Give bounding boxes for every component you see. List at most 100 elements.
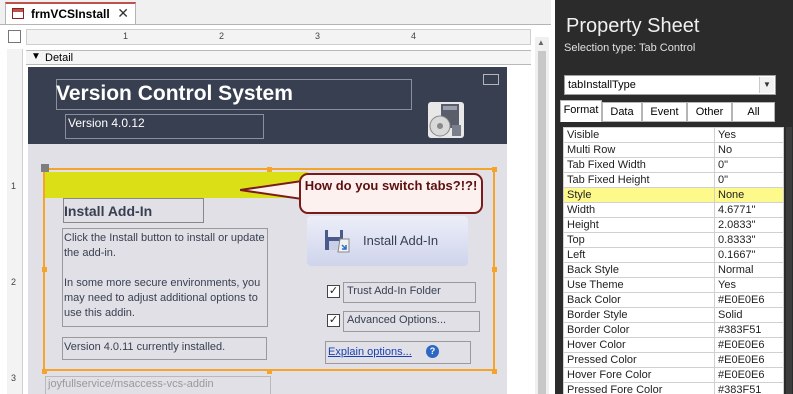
property-row[interactable]: Tab Fixed Width 0"	[563, 157, 784, 173]
callout-pointer	[240, 179, 303, 201]
property-value[interactable]: No	[714, 142, 784, 158]
object-selector-combo[interactable]: tabInstallType ▼	[564, 75, 776, 95]
property-row[interactable]: Top 0.8333"	[563, 232, 784, 248]
version-label: Version 4.0.12	[68, 116, 145, 130]
property-value[interactable]: #E0E0E6	[714, 367, 784, 383]
trust-folder-label: Trust Add-In Folder	[347, 285, 441, 297]
property-value[interactable]: 0.1667"	[714, 247, 784, 263]
property-name: Tab Fixed Height	[563, 172, 715, 188]
detail-section-bar[interactable]: ▼ Detail	[26, 50, 531, 65]
property-value[interactable]: #E0E0E6	[714, 337, 784, 353]
property-row[interactable]: Left 0.1667"	[563, 247, 784, 263]
property-grid: Visible Yes Multi Row No Tab Fixed Width 0" Ta…	[563, 127, 784, 394]
property-row[interactable]: Border Color #383F51	[563, 322, 784, 338]
ruler-mark: 2	[219, 31, 225, 41]
github-url-label[interactable]: joyfullservice/msaccess-vcs-addin	[48, 378, 214, 390]
property-row[interactable]: Multi Row No	[563, 142, 784, 158]
property-row[interactable]: Hover Color #E0E0E6	[563, 337, 784, 353]
property-name: Use Theme	[563, 277, 715, 293]
resize-handle[interactable]	[267, 167, 272, 172]
property-row[interactable]: Width 4.6771"	[563, 202, 784, 218]
tab-format[interactable]: Format	[560, 100, 602, 122]
property-name: Top	[563, 232, 715, 248]
install-heading: Install Add-In	[64, 203, 153, 219]
property-value[interactable]: Yes	[714, 277, 784, 293]
tab-other[interactable]: Other	[687, 102, 732, 122]
advanced-options-checkbox[interactable]: ✓	[327, 314, 340, 327]
property-value[interactable]: #383F51	[714, 322, 784, 338]
tab-data[interactable]: Data	[602, 102, 642, 122]
ruler-mark: 4	[411, 31, 417, 41]
property-value[interactable]: Normal	[714, 262, 784, 278]
property-value[interactable]: None	[714, 187, 784, 203]
property-name: Tab Fixed Width	[563, 157, 715, 173]
chevron-down-icon[interactable]: ▼	[759, 77, 774, 93]
property-value[interactable]: 0"	[714, 172, 784, 188]
property-value[interactable]: Yes	[714, 127, 784, 143]
resize-handle[interactable]	[267, 369, 272, 374]
property-row[interactable]: Pressed Fore Color #383F51	[563, 382, 784, 394]
property-row[interactable]: Back Color #E0E0E6	[563, 292, 784, 308]
property-value[interactable]: #383F51	[714, 382, 784, 394]
property-value[interactable]: #E0E0E6	[714, 292, 784, 308]
property-value[interactable]: #E0E0E6	[714, 352, 784, 368]
form-selector[interactable]	[8, 30, 21, 43]
floppy-disk-icon	[325, 230, 350, 253]
property-name: Border Style	[563, 307, 715, 323]
property-row[interactable]: Hover Fore Color #E0E0E6	[563, 367, 784, 383]
installer-logo-icon[interactable]	[425, 99, 467, 141]
property-row[interactable]: Visible Yes	[563, 127, 784, 143]
tab-event[interactable]: Event	[642, 102, 687, 122]
resize-handle[interactable]	[492, 267, 497, 272]
ruler-mark: 1	[123, 31, 129, 41]
property-value[interactable]: 0"	[714, 157, 784, 173]
document-tab-title: frmVCSInstall	[31, 7, 110, 21]
help-icon[interactable]: ?	[426, 345, 439, 358]
property-row[interactable]: Style None	[563, 187, 784, 203]
property-name: Visible	[563, 127, 715, 143]
property-value[interactable]: 2.0833"	[714, 217, 784, 233]
vertical-scrollbar[interactable]: ▲	[535, 37, 549, 394]
ruler-mark: 2	[11, 277, 17, 287]
current-version-label: Version 4.0.11 currently installed.	[64, 341, 226, 353]
property-name: Multi Row	[563, 142, 715, 158]
move-handle[interactable]	[41, 164, 49, 172]
property-name: Hover Color	[563, 337, 715, 353]
property-name: Back Style	[563, 262, 715, 278]
description-paragraph-1: Click the Install button to install or u…	[64, 232, 265, 259]
property-scrollbar[interactable]	[786, 127, 792, 394]
selection-type-label: Selection type: Tab Control	[564, 42, 696, 54]
resize-handle[interactable]	[42, 369, 47, 374]
property-row[interactable]: Use Theme Yes	[563, 277, 784, 293]
install-addin-button[interactable]: Install Add-In	[307, 216, 468, 266]
property-row[interactable]: Back Style Normal	[563, 262, 784, 278]
property-value[interactable]: 0.8333"	[714, 232, 784, 248]
resize-handle[interactable]	[42, 267, 47, 272]
scrollbar-thumb[interactable]	[538, 51, 546, 394]
explain-options-link[interactable]: Explain options...	[328, 346, 412, 358]
property-value[interactable]: 4.6771"	[714, 202, 784, 218]
property-row[interactable]: Pressed Color #E0E0E6	[563, 352, 784, 368]
close-icon[interactable]: ✕	[117, 5, 129, 22]
property-name: Height	[563, 217, 715, 233]
form-canvas: Version Control System Version 4.0.12 In…	[28, 67, 507, 394]
section-label: Detail	[45, 52, 74, 64]
property-name: Hover Fore Color	[563, 367, 715, 383]
property-value[interactable]: Solid	[714, 307, 784, 323]
scroll-up-icon[interactable]: ▲	[537, 38, 545, 47]
property-row[interactable]: Height 2.0833"	[563, 217, 784, 233]
horizontal-ruler: 1 2 3 4	[26, 29, 531, 45]
property-row[interactable]: Border Style Solid	[563, 307, 784, 323]
image-placeholder[interactable]	[483, 74, 499, 85]
trust-folder-checkbox[interactable]: ✓	[327, 285, 340, 298]
property-name: Pressed Color	[563, 352, 715, 368]
tab-all[interactable]: All	[732, 102, 775, 122]
ruler-mark: 3	[11, 373, 17, 383]
property-name: Pressed Fore Color	[563, 382, 715, 394]
resize-handle[interactable]	[492, 167, 497, 172]
document-tab[interactable]: frmVCSInstall ✕	[5, 2, 136, 24]
resize-handle[interactable]	[492, 369, 497, 374]
advanced-options-label: Advanced Options...	[347, 314, 447, 326]
property-name: Left	[563, 247, 715, 263]
property-row[interactable]: Tab Fixed Height 0"	[563, 172, 784, 188]
